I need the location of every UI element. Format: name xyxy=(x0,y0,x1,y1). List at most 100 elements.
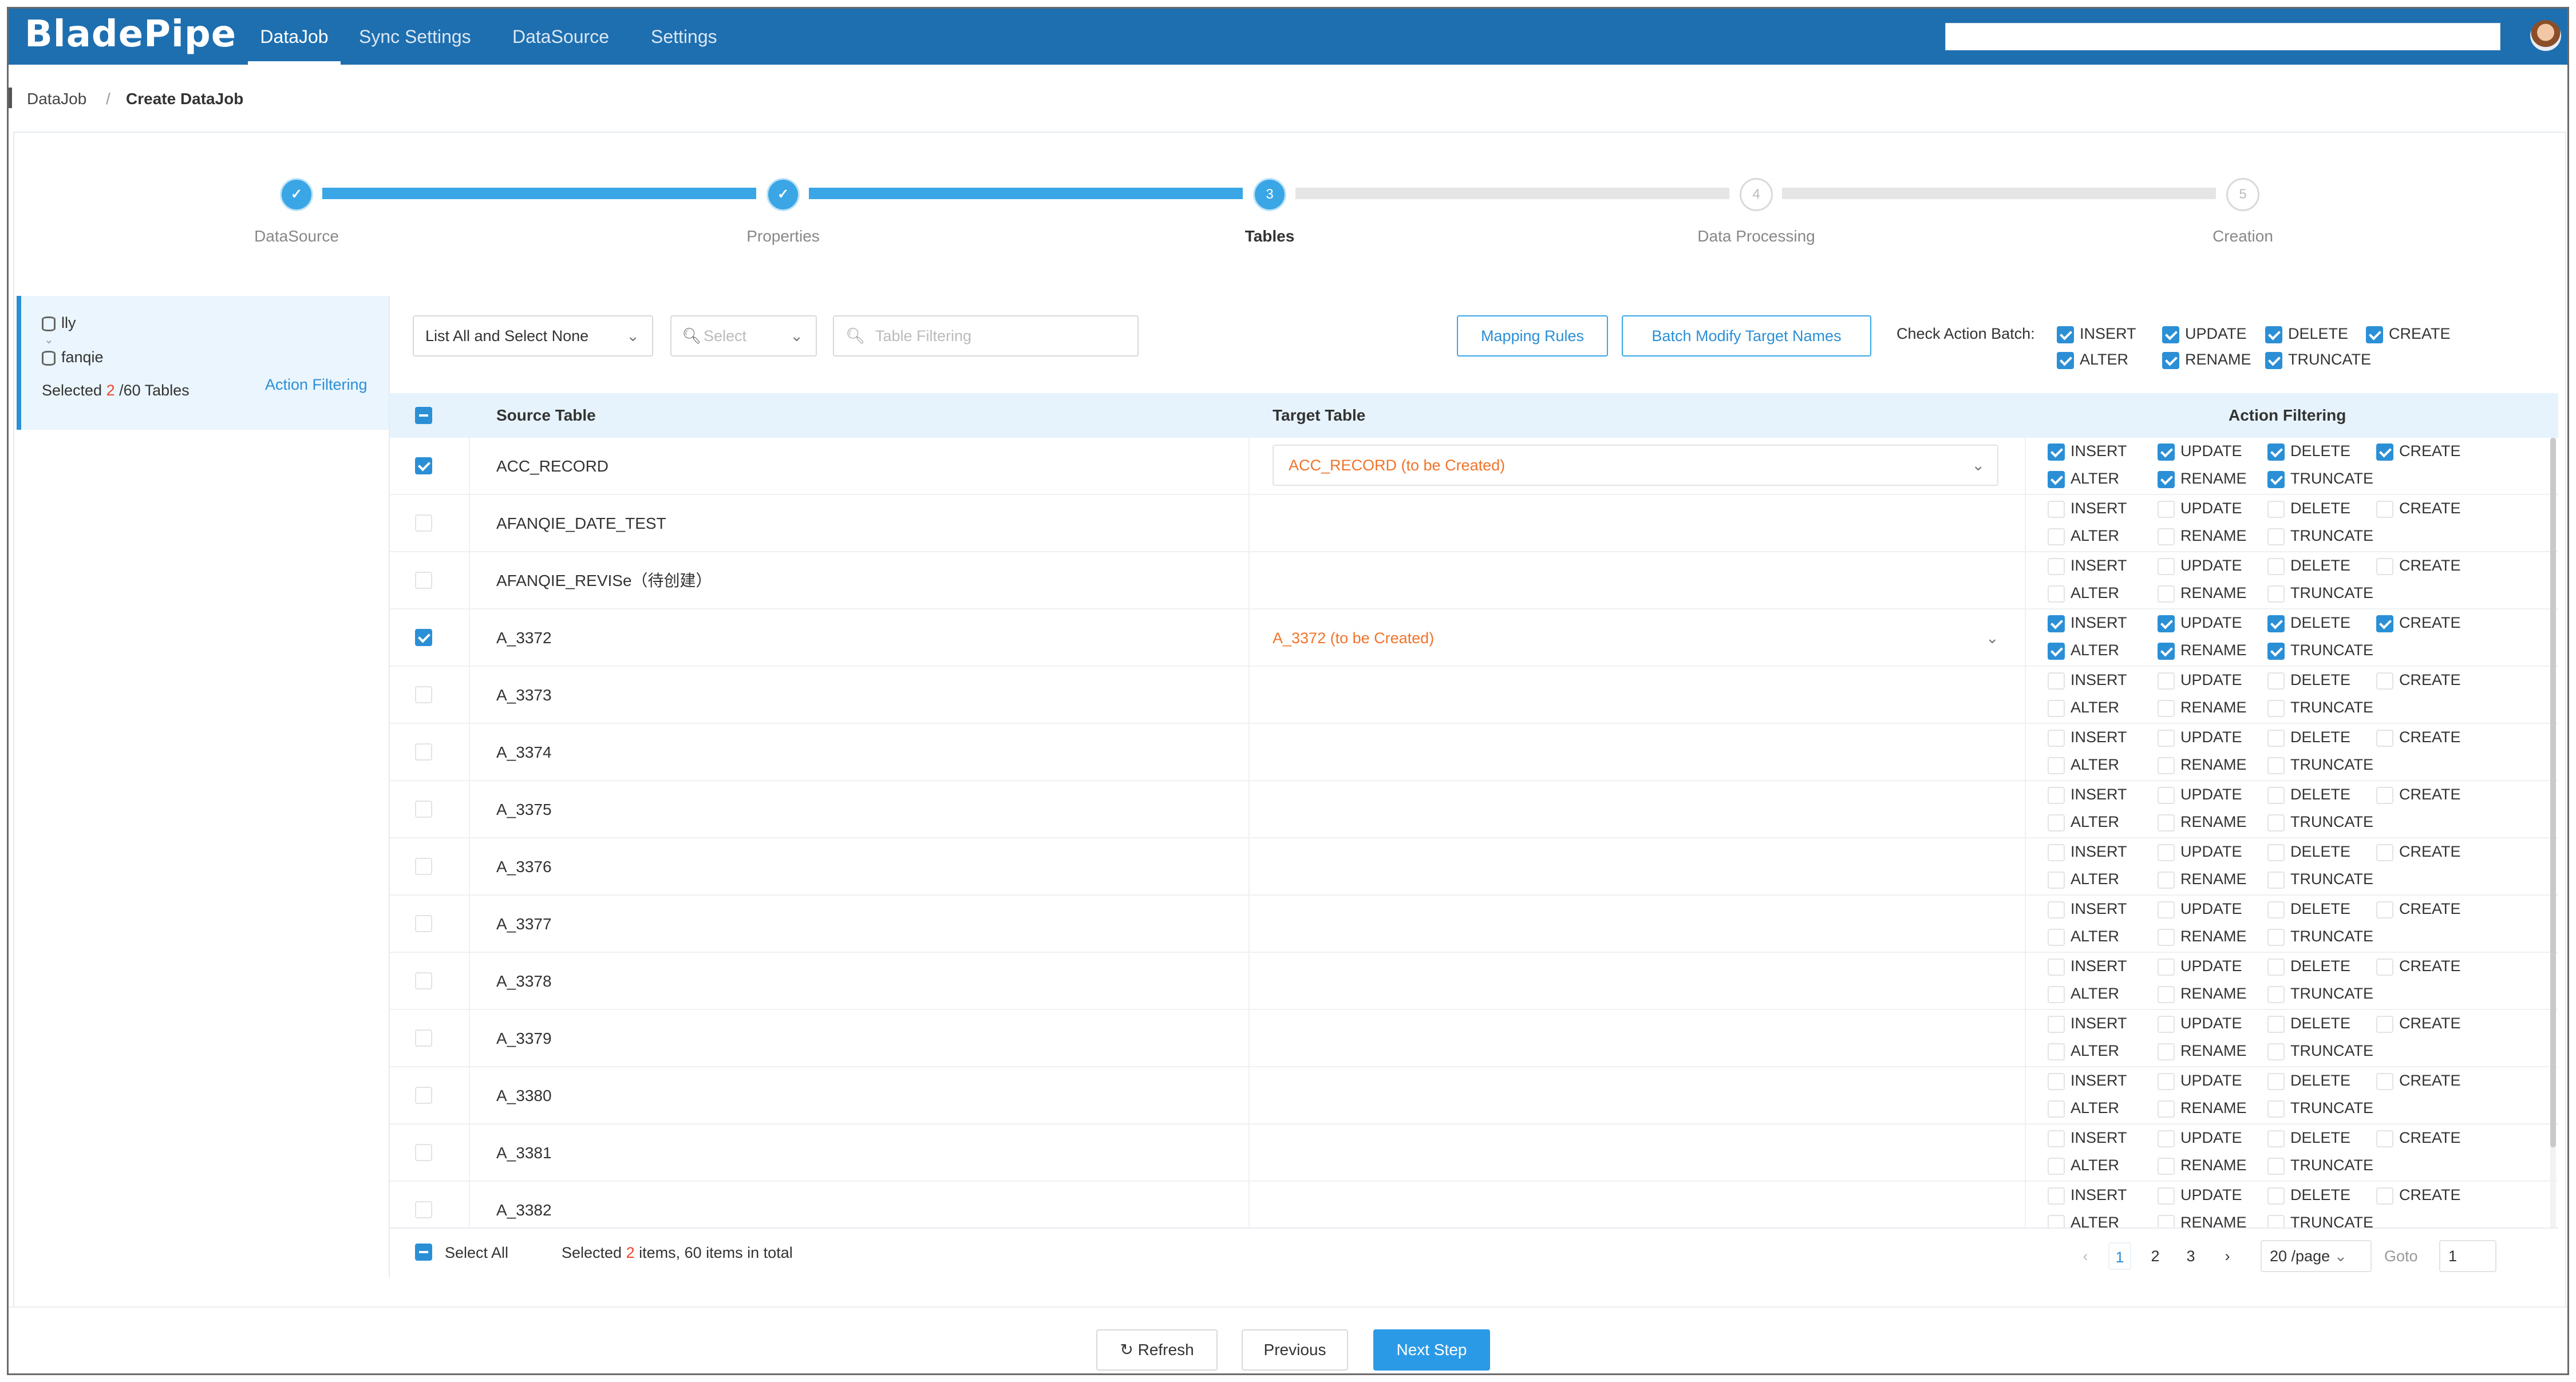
row-checkbox[interactable] xyxy=(415,1029,438,1047)
pagination-page-1[interactable]: 1 xyxy=(2108,1242,2131,1270)
action-delete-checkbox[interactable]: DELETE xyxy=(2267,786,2350,804)
action-truncate-checkbox[interactable]: TRUNCATE xyxy=(2267,470,2373,488)
action-create-checkbox[interactable]: CREATE xyxy=(2376,957,2461,976)
previous-button[interactable]: Previous xyxy=(1242,1329,1348,1371)
user-avatar[interactable] xyxy=(2530,20,2561,51)
action-alter-checkbox[interactable]: ALTER xyxy=(2048,756,2119,774)
action-truncate-checkbox[interactable]: TRUNCATE xyxy=(2267,1214,2373,1227)
action-create-checkbox[interactable]: CREATE xyxy=(2376,1015,2461,1033)
row-checkbox[interactable] xyxy=(415,629,438,646)
chevron-down-icon[interactable]: ⌄ xyxy=(1986,609,1999,667)
action-truncate-checkbox[interactable]: TRUNCATE xyxy=(2267,527,2373,545)
page-size-select[interactable]: 20 /page ⌄ xyxy=(2261,1240,2372,1272)
action-truncate-checkbox[interactable]: TRUNCATE xyxy=(2267,584,2373,603)
action-truncate-checkbox[interactable]: TRUNCATE xyxy=(2267,641,2373,660)
action-insert-checkbox[interactable]: INSERT xyxy=(2048,557,2127,575)
action-delete-checkbox[interactable]: DELETE xyxy=(2267,442,2350,461)
row-checkbox[interactable] xyxy=(415,1144,438,1161)
action-delete-checkbox[interactable]: DELETE xyxy=(2267,500,2350,518)
action-rename-checkbox[interactable]: RENAME xyxy=(2158,1099,2247,1118)
action-delete-checkbox[interactable]: DELETE xyxy=(2267,1186,2350,1205)
action-truncate-checkbox[interactable]: TRUNCATE xyxy=(2267,1099,2373,1118)
action-update-checkbox[interactable]: UPDATE xyxy=(2158,1186,2242,1205)
action-truncate-checkbox[interactable]: TRUNCATE xyxy=(2267,928,2373,946)
row-checkbox[interactable] xyxy=(415,858,438,875)
action-insert-checkbox[interactable]: INSERT xyxy=(2048,671,2127,690)
action-delete-checkbox[interactable]: DELETE xyxy=(2267,728,2350,747)
action-alter-checkbox[interactable]: ALTER xyxy=(2048,870,2119,889)
action-alter-checkbox[interactable]: ALTER xyxy=(2048,641,2119,660)
action-rename-checkbox[interactable]: RENAME xyxy=(2158,756,2247,774)
action-insert-checkbox[interactable]: INSERT xyxy=(2048,1072,2127,1090)
batch-modify-target-names-button[interactable]: Batch Modify Target Names xyxy=(1622,315,1871,357)
tree-expand-chevron-icon[interactable]: ⌄ xyxy=(44,332,54,347)
action-alter-checkbox[interactable]: ALTER xyxy=(2048,928,2119,946)
action-alter-checkbox[interactable]: ALTER xyxy=(2048,470,2119,488)
global-search-input[interactable] xyxy=(1945,23,2500,50)
bladepipe-logo[interactable]: BladePipe xyxy=(25,13,236,56)
mapping-rules-button[interactable]: Mapping Rules xyxy=(1457,315,1608,357)
action-alter-checkbox[interactable]: ALTER xyxy=(2048,1099,2119,1118)
action-update-checkbox[interactable]: UPDATE xyxy=(2158,1072,2242,1090)
action-rename-checkbox[interactable]: RENAME xyxy=(2158,584,2247,603)
action-update-checkbox[interactable]: UPDATE xyxy=(2158,557,2242,575)
action-create-checkbox[interactable]: CREATE xyxy=(2376,557,2461,575)
action-insert-checkbox[interactable]: INSERT xyxy=(2048,786,2127,804)
goto-page-input[interactable]: 1 xyxy=(2439,1240,2496,1272)
target-table-select[interactable]: A_3372 (to be Created) xyxy=(1273,609,1434,667)
target-table-select[interactable]: ACC_RECORD (to be Created) ⌄ xyxy=(1273,445,1998,486)
breadcrumb-datajob[interactable]: DataJob xyxy=(27,90,86,108)
action-truncate-checkbox[interactable]: TRUNCATE xyxy=(2267,699,2373,717)
action-update-checkbox[interactable]: UPDATE xyxy=(2158,442,2242,461)
batch-truncate-checkbox[interactable]: TRUNCATE xyxy=(2265,351,2371,369)
action-alter-checkbox[interactable]: ALTER xyxy=(2048,1214,2119,1227)
action-filtering-link[interactable]: Action Filtering xyxy=(265,376,368,394)
action-create-checkbox[interactable]: CREATE xyxy=(2376,614,2461,632)
action-create-checkbox[interactable]: CREATE xyxy=(2376,1072,2461,1090)
action-create-checkbox[interactable]: CREATE xyxy=(2376,1129,2461,1147)
action-insert-checkbox[interactable]: INSERT xyxy=(2048,500,2127,518)
batch-insert-checkbox[interactable]: INSERT xyxy=(2057,325,2136,343)
row-checkbox[interactable] xyxy=(415,457,438,474)
batch-rename-checkbox[interactable]: RENAME xyxy=(2162,351,2251,369)
action-truncate-checkbox[interactable]: TRUNCATE xyxy=(2267,1042,2373,1060)
footer-select-all-label[interactable]: Select All xyxy=(445,1227,508,1278)
action-update-checkbox[interactable]: UPDATE xyxy=(2158,614,2242,632)
action-update-checkbox[interactable]: UPDATE xyxy=(2158,671,2242,690)
pagination-prev-button[interactable]: ‹ xyxy=(2074,1242,2097,1270)
tree-db-fanqie[interactable]: fanqie xyxy=(42,349,104,366)
row-checkbox[interactable] xyxy=(415,514,438,532)
action-truncate-checkbox[interactable]: TRUNCATE xyxy=(2267,870,2373,889)
schema-select-dropdown[interactable]: 🔍︎ Select ⌄ xyxy=(670,315,817,357)
action-update-checkbox[interactable]: UPDATE xyxy=(2158,957,2242,976)
action-update-checkbox[interactable]: UPDATE xyxy=(2158,728,2242,747)
action-truncate-checkbox[interactable]: TRUNCATE xyxy=(2267,1157,2373,1175)
action-delete-checkbox[interactable]: DELETE xyxy=(2267,1072,2350,1090)
tree-db-lly[interactable]: lly xyxy=(42,314,76,332)
action-update-checkbox[interactable]: UPDATE xyxy=(2158,843,2242,861)
next-step-button[interactable]: Next Step xyxy=(1373,1329,1490,1371)
action-alter-checkbox[interactable]: ALTER xyxy=(2048,1042,2119,1060)
batch-alter-checkbox[interactable]: ALTER xyxy=(2057,351,2128,369)
action-alter-checkbox[interactable]: ALTER xyxy=(2048,699,2119,717)
action-create-checkbox[interactable]: CREATE xyxy=(2376,1186,2461,1205)
action-insert-checkbox[interactable]: INSERT xyxy=(2048,442,2127,461)
action-alter-checkbox[interactable]: ALTER xyxy=(2048,985,2119,1003)
action-alter-checkbox[interactable]: ALTER xyxy=(2048,813,2119,831)
action-create-checkbox[interactable]: CREATE xyxy=(2376,843,2461,861)
action-rename-checkbox[interactable]: RENAME xyxy=(2158,1157,2247,1175)
action-insert-checkbox[interactable]: INSERT xyxy=(2048,1015,2127,1033)
nav-sync-settings[interactable]: Sync Settings xyxy=(359,9,471,65)
action-delete-checkbox[interactable]: DELETE xyxy=(2267,1129,2350,1147)
row-checkbox[interactable] xyxy=(415,743,438,761)
table-scrollbar-thumb[interactable] xyxy=(2550,438,2556,1147)
action-rename-checkbox[interactable]: RENAME xyxy=(2158,527,2247,545)
action-insert-checkbox[interactable]: INSERT xyxy=(2048,614,2127,632)
action-rename-checkbox[interactable]: RENAME xyxy=(2158,641,2247,660)
row-checkbox[interactable] xyxy=(415,972,438,989)
action-alter-checkbox[interactable]: ALTER xyxy=(2048,527,2119,545)
action-delete-checkbox[interactable]: DELETE xyxy=(2267,614,2350,632)
action-delete-checkbox[interactable]: DELETE xyxy=(2267,1015,2350,1033)
action-rename-checkbox[interactable]: RENAME xyxy=(2158,870,2247,889)
row-checkbox[interactable] xyxy=(415,572,438,589)
